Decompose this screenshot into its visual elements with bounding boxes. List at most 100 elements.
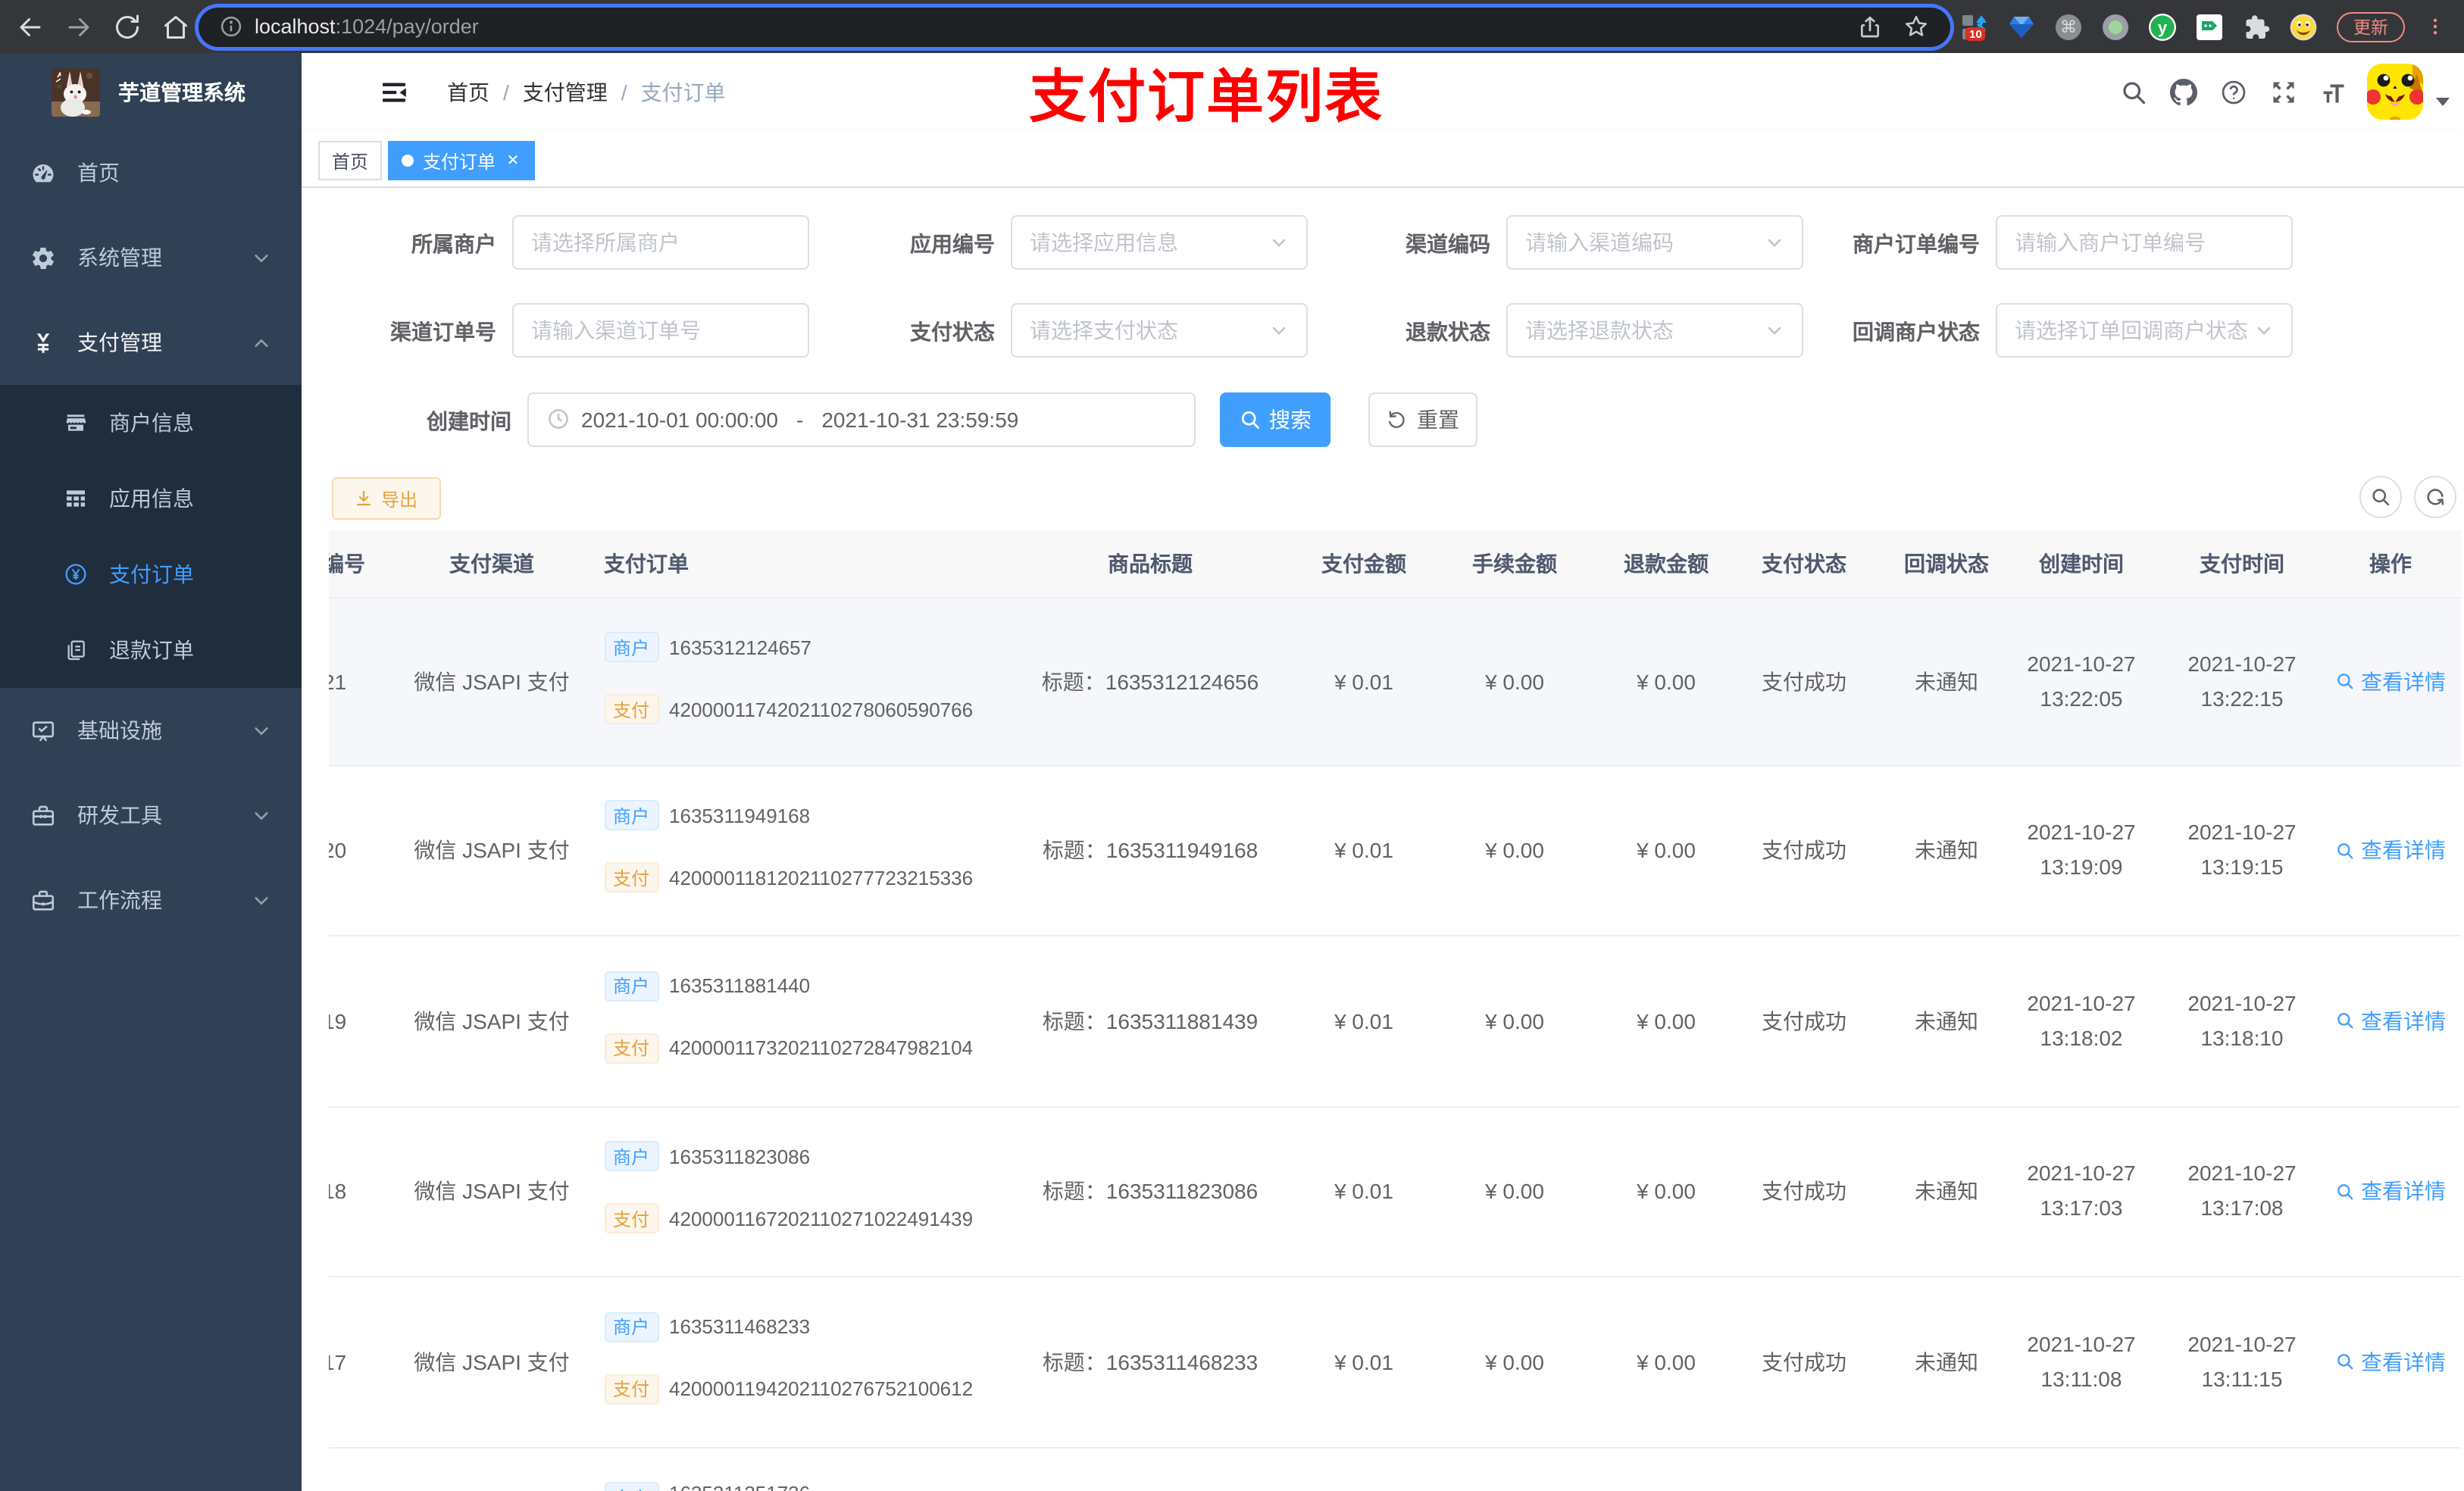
sidebar-subitem-3[interactable]: 退款订单 xyxy=(0,612,302,688)
font-size-button[interactable] xyxy=(2308,53,2358,130)
page-info-icon[interactable] xyxy=(220,15,242,38)
breadcrumb-item[interactable]: 支付管理 xyxy=(523,77,608,107)
tab-首页[interactable]: 首页 xyxy=(318,141,383,180)
breadcrumb-item[interactable]: 首页 xyxy=(447,77,489,107)
merchant-tag: 商户 xyxy=(604,1311,659,1342)
cell-title: 标题：1635311949168 xyxy=(1042,838,1259,863)
select-退款状态[interactable]: 请选择退款状态 xyxy=(1506,303,1803,358)
table-row-5[interactable]: 商户 1635311351736 xyxy=(329,1448,2461,1491)
select-渠道编码[interactable]: 请输入渠道编码 xyxy=(1506,214,1803,269)
sidebar-logo[interactable]: 芋道管理系统 xyxy=(0,53,302,130)
select-支付状态[interactable]: 请选择支付状态 xyxy=(1010,303,1307,358)
main-area: 首页 / 支付管理 / 支付订单 支付订单列表 首页 支付订单 ✕ 所属商户 请… xyxy=(302,53,2464,1491)
fullscreen-button[interactable] xyxy=(2258,53,2308,130)
view-detail-link[interactable]: 查看详情 xyxy=(2335,666,2446,696)
user-menu[interactable] xyxy=(2367,64,2452,120)
sidebar-toggle-button[interactable] xyxy=(379,53,424,130)
browser-home-button[interactable] xyxy=(152,2,200,51)
extension-tiles-icon[interactable]: 10 xyxy=(1961,13,1988,41)
pay-tag: 支付 xyxy=(604,694,659,724)
extension-kanban-icon[interactable] xyxy=(2196,13,2223,40)
search-button[interactable]: 搜索 xyxy=(1220,392,1330,446)
sidebar-subitem-0[interactable]: 商户信息 xyxy=(0,385,302,461)
header-search-button[interactable] xyxy=(2108,53,2158,130)
cell-notify xyxy=(1893,1448,2000,1491)
chevron-down-icon xyxy=(1269,233,1287,251)
cell-amount: ¥ 0.01 xyxy=(1334,838,1393,863)
avatar xyxy=(2367,64,2423,120)
help-button[interactable] xyxy=(2208,53,2258,130)
table-row-3[interactable]: 18 微信 JSAPI 支付 商户 1635311823086 支付 4200001167… xyxy=(329,1107,2461,1277)
sidebar-subitem-label: 应用信息 xyxy=(109,486,194,511)
close-icon[interactable]: ✕ xyxy=(505,152,521,169)
sidebar-item-1[interactable]: 系统管理 xyxy=(0,215,302,300)
cell-status xyxy=(1715,1448,1893,1491)
caret-down-icon xyxy=(2436,97,2450,105)
view-detail-link[interactable]: 查看详情 xyxy=(2335,1177,2446,1207)
browser-menu-icon[interactable] xyxy=(2425,14,2446,39)
chevron-down-icon xyxy=(253,892,270,908)
cell-create-time: 2021-10-27 13:18:02 xyxy=(2027,990,2136,1050)
view-detail-link[interactable]: 查看详情 xyxy=(2335,1006,2446,1036)
extension-record-icon[interactable] xyxy=(2102,13,2129,40)
browser-update-button[interactable]: 更新 xyxy=(2337,11,2405,42)
extension-command-icon[interactable]: ⌘ xyxy=(2055,13,2082,40)
refresh-table-button[interactable] xyxy=(2414,476,2456,518)
input-商户订单编号[interactable]: 请输入商户订单编号 xyxy=(1995,214,2292,269)
toggle-search-button[interactable] xyxy=(2359,476,2402,518)
cell-notify: 未通知 xyxy=(1915,1179,1978,1204)
input-所属商户[interactable]: 请选择所属商户 xyxy=(511,214,808,269)
view-detail-link[interactable]: 查看详情 xyxy=(2335,1347,2446,1377)
date-end-value[interactable]: 2021-10-31 23:59:59 xyxy=(821,407,1018,431)
tab-label: 支付订单 xyxy=(423,151,496,172)
date-start-value[interactable]: 2021-10-01 00:00:00 xyxy=(581,407,778,431)
merchant-tag: 商户 xyxy=(604,1482,659,1491)
cell-create-time: 2021-10-27 13:11:08 xyxy=(2027,1331,2136,1391)
sidebar-item-0[interactable]: 首页 xyxy=(0,130,302,215)
table-row-1[interactable]: 20 微信 JSAPI 支付 商户 1635311949168 支付 4200001181… xyxy=(329,766,2461,936)
share-icon[interactable] xyxy=(1858,14,1882,39)
sidebar-subitem-2[interactable]: 支付订单 xyxy=(0,536,302,612)
sidebar-item-3[interactable]: 基础设施 xyxy=(0,688,302,773)
sidebar-item-4[interactable]: 研发工具 xyxy=(0,773,302,858)
yen-circle-icon xyxy=(64,562,88,586)
table-row-0[interactable]: 21 微信 JSAPI 支付 商户 1635312124657 支付 4200001174… xyxy=(329,598,2461,766)
sidebar-item-2[interactable]: 支付管理 xyxy=(0,300,302,385)
cell-status: 支付成功 xyxy=(1762,1008,1846,1033)
view-detail-link[interactable]: 查看详情 xyxy=(2335,836,2446,866)
table-row-4[interactable]: 17 微信 JSAPI 支付 商户 1635311468233 支付 4200001194… xyxy=(329,1277,2461,1448)
cell-id: 20 xyxy=(329,838,347,863)
extension-gem-icon[interactable] xyxy=(2008,13,2035,40)
select-回调商户状态[interactable]: 请选择订单回调商户状态 xyxy=(1995,303,2292,358)
extension-y-icon[interactable]: y xyxy=(2149,13,2176,40)
sidebar-item-5[interactable]: 工作流程 xyxy=(0,858,302,942)
input-渠道订单号[interactable]: 请输入渠道订单号 xyxy=(511,303,808,358)
active-dot xyxy=(402,155,414,167)
extensions-puzzle-icon[interactable] xyxy=(2243,13,2270,40)
cell-pay-time xyxy=(2163,1448,2321,1491)
browser-forward-button[interactable] xyxy=(55,2,103,51)
browser-back-button[interactable] xyxy=(6,2,55,51)
sidebar-subitem-1[interactable]: 应用信息 xyxy=(0,461,302,536)
cell-title: 标题：1635311823086 xyxy=(1042,1179,1259,1204)
toolbox-icon xyxy=(30,802,56,828)
select-应用编号[interactable]: 请选择应用信息 xyxy=(1010,214,1307,269)
table-row-2[interactable]: 19 微信 JSAPI 支付 商户 1635311881440 支付 4200001173… xyxy=(329,936,2461,1107)
reset-button[interactable]: 重置 xyxy=(1368,392,1477,446)
refresh-icon xyxy=(2427,489,2444,505)
filter-label: 支付状态 xyxy=(910,320,995,344)
export-button[interactable]: 导出 xyxy=(332,477,441,520)
pay-tag: 支付 xyxy=(604,862,659,892)
bookmark-star-icon[interactable] xyxy=(1903,14,1929,39)
yen-icon xyxy=(30,330,56,355)
create-time-range-picker[interactable]: 2021-10-01 00:00:00 - 2021-10-31 23:59:5… xyxy=(527,392,1195,446)
extension-emoji-icon[interactable] xyxy=(2290,13,2317,40)
tab-label: 首页 xyxy=(332,151,369,172)
address-bar[interactable]: localhost:1024/pay/order xyxy=(199,7,1950,46)
pay-tag: 支付 xyxy=(604,1374,659,1404)
dashboard-icon xyxy=(30,160,56,186)
tab-支付订单[interactable]: 支付订单 ✕ xyxy=(388,141,536,180)
github-button[interactable] xyxy=(2158,53,2208,130)
browser-reload-button[interactable] xyxy=(103,2,152,51)
placeholder: 请输入商户订单编号 xyxy=(2015,230,2206,254)
